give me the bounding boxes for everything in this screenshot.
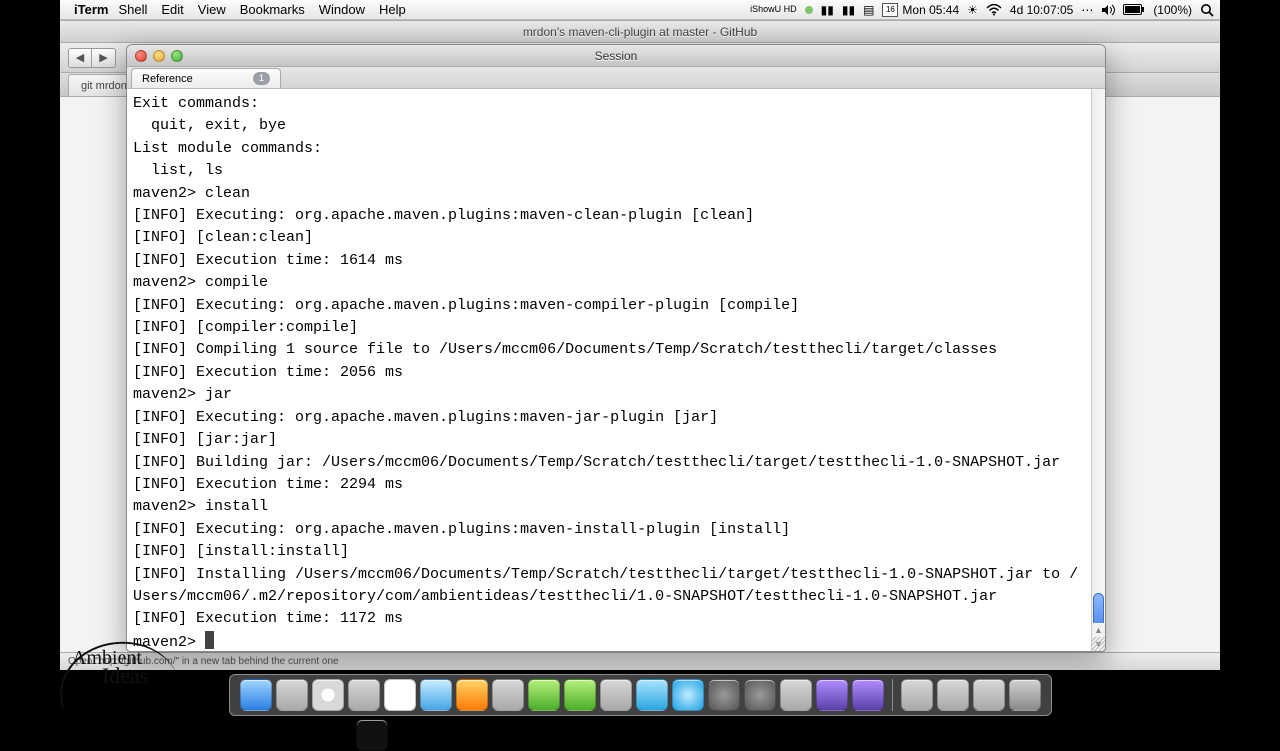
dock-icon[interactable] [564, 679, 596, 711]
terminal-title: Session [127, 49, 1105, 63]
status-dot-icon [805, 6, 813, 14]
dock [60, 670, 1220, 720]
close-button[interactable] [135, 50, 147, 62]
dock-separator [892, 679, 893, 711]
app-name[interactable]: iTerm [74, 2, 108, 17]
browser-statusbar: Open "http://github.com/" in a new tab b… [60, 652, 1220, 670]
zoom-button[interactable] [171, 50, 183, 62]
back-button[interactable]: ◀ [68, 48, 92, 68]
scroll-up-button[interactable]: ▲ [1091, 623, 1105, 637]
terminal-titlebar[interactable]: Session [127, 45, 1105, 67]
resize-handle[interactable] [1091, 637, 1105, 651]
dock-icon[interactable] [937, 679, 969, 711]
menuextra-icon[interactable]: ▮▮ [821, 3, 834, 17]
dock-icon[interactable] [744, 679, 776, 711]
sync-icon[interactable]: ⋯ [1081, 3, 1093, 17]
browser-title: mrdon's maven-cli-plugin at master - Git… [60, 21, 1220, 43]
uptime-text: 4d 10:07:05 [1010, 3, 1073, 17]
dock-icon[interactable] [456, 679, 488, 711]
terminal-tab[interactable]: Reference 1 [131, 68, 281, 88]
dock-icon[interactable] [672, 679, 704, 711]
terminal-tabbar: Reference 1 [127, 67, 1105, 89]
dock-icon[interactable] [816, 679, 848, 711]
cursor [205, 631, 214, 649]
dock-icon[interactable] [1009, 679, 1041, 711]
menu-window[interactable]: Window [319, 2, 365, 17]
dock-icon[interactable] [384, 679, 416, 711]
terminal-window: Session Reference 1 Exit commands: quit,… [126, 44, 1106, 652]
macos-menubar: iTerm Shell Edit View Bookmarks Window H… [60, 0, 1220, 20]
dock-icon[interactable] [708, 679, 740, 711]
scrollbar[interactable] [1091, 89, 1105, 637]
calendar-menuextra[interactable]: 16 Mon 05:44 [882, 3, 959, 17]
dock-icon[interactable] [240, 679, 272, 711]
minimize-button[interactable] [153, 50, 165, 62]
spotlight-icon[interactable] [1200, 3, 1214, 17]
recorder-indicator[interactable]: iShowU HD [750, 5, 797, 14]
dock-icon[interactable] [348, 679, 380, 711]
menu-edit[interactable]: Edit [161, 2, 183, 17]
dock-icon[interactable] [973, 679, 1005, 711]
menu-bookmarks[interactable]: Bookmarks [240, 2, 305, 17]
terminal-tab-label: Reference [142, 69, 193, 89]
dock-icon[interactable] [600, 679, 632, 711]
menu-view[interactable]: View [198, 2, 226, 17]
terminal-output[interactable]: Exit commands: quit, exit, bye List modu… [127, 89, 1091, 651]
battery-percent: (100%) [1153, 3, 1192, 17]
battery-icon[interactable] [1123, 4, 1145, 15]
menuextra-icon[interactable]: ▮▮ [842, 3, 855, 17]
dock-icon[interactable] [356, 719, 388, 751]
dock-icon[interactable] [901, 679, 933, 711]
ambient-ideas-logo: Ambient Ideas [62, 648, 148, 692]
weather-icon[interactable]: ☀︎ [967, 3, 978, 17]
clock-text: Mon 05:44 [902, 3, 959, 17]
tab-badge: 1 [253, 72, 270, 85]
dock-icon[interactable] [780, 679, 812, 711]
calendar-icon: 16 [882, 3, 898, 17]
dock-icon[interactable] [636, 679, 668, 711]
dock-icon[interactable] [420, 679, 452, 711]
forward-button[interactable]: ▶ [92, 48, 116, 68]
dock-tray [229, 674, 1052, 716]
volume-icon[interactable] [1101, 4, 1115, 16]
dock-icon[interactable] [492, 679, 524, 711]
menuextra-icon[interactable]: ▤ [863, 3, 874, 17]
logo-text: Ideas [62, 666, 148, 686]
wifi-icon[interactable] [986, 4, 1002, 16]
dock-icon[interactable] [312, 679, 344, 711]
dock-icon[interactable] [276, 679, 308, 711]
menu-shell[interactable]: Shell [118, 2, 147, 17]
dock-icon[interactable] [528, 679, 560, 711]
menu-help[interactable]: Help [379, 2, 406, 17]
dock-icon[interactable] [852, 679, 884, 711]
